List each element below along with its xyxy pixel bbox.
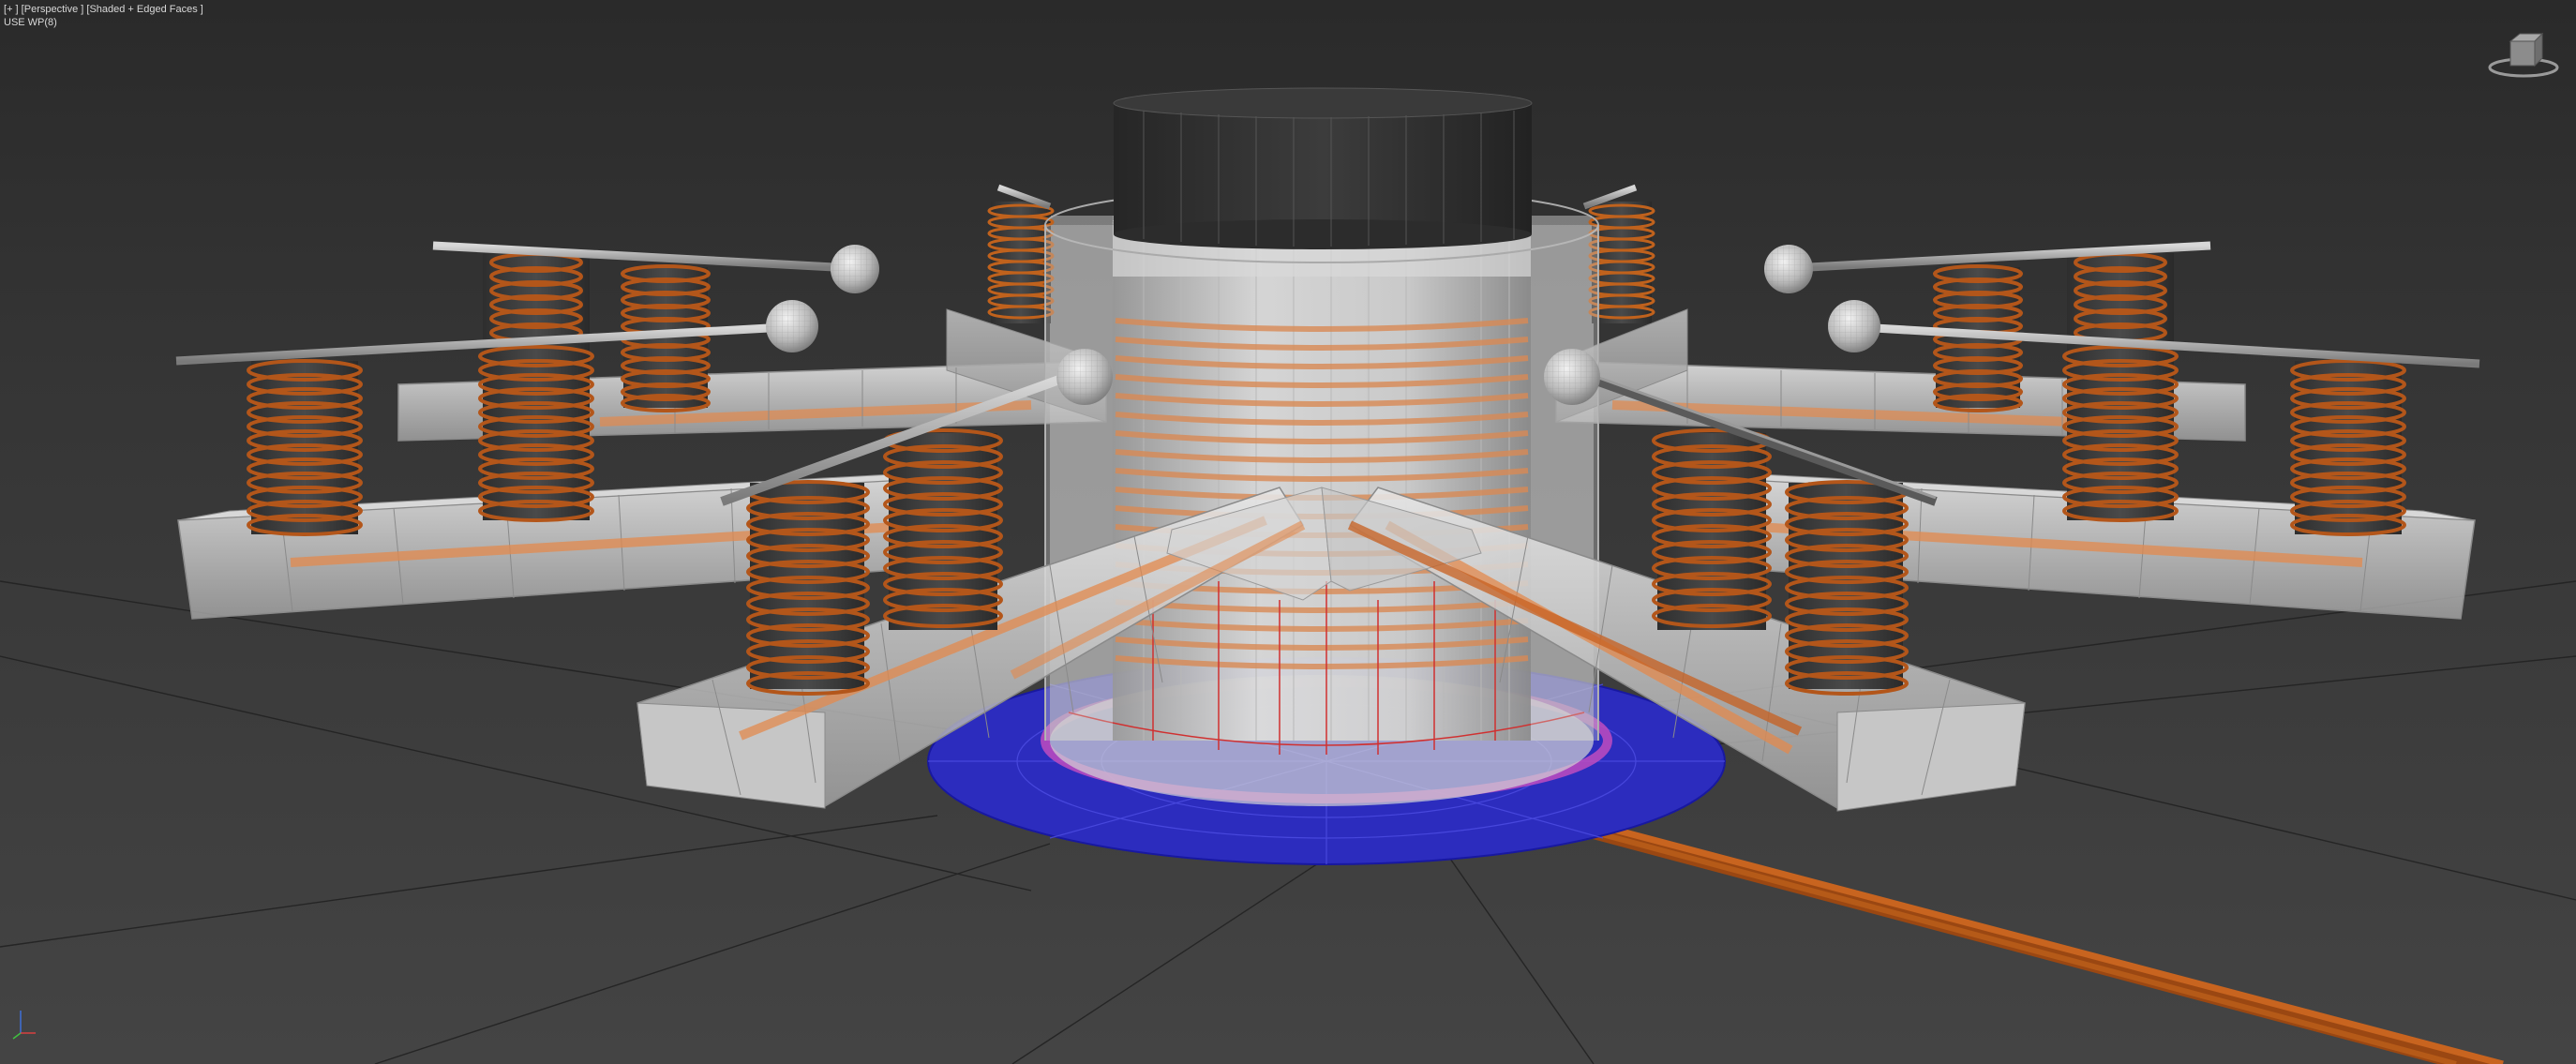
central-column (1068, 203, 1585, 755)
coil-front-right-1 (1785, 480, 1909, 696)
coil-front-right-2 (1652, 428, 1772, 630)
work-plane-label: USE WP(8) (4, 17, 57, 28)
viewcube-icon[interactable] (2486, 28, 2561, 84)
coil-right-inner (2062, 252, 2179, 522)
viewport-menu: [+ ] [Perspective ] [Shaded + Edged Face… (4, 4, 203, 16)
coil-front-left-2 (883, 428, 1003, 630)
rear-right-coil (1588, 202, 1655, 323)
rear-left-coil (987, 202, 1055, 323)
coil-right-outer (2290, 359, 2406, 536)
viewport-point-of-view-menu[interactable]: Perspective (24, 4, 78, 15)
coil-left-inner (478, 252, 594, 522)
coil-front-left-1 (746, 480, 870, 696)
viewport-menu-separator: ] [ (78, 4, 90, 15)
coil-left-outer (247, 359, 363, 536)
perspective-viewport[interactable]: [+ ] [Perspective ] [Shaded + Edged Face… (0, 0, 2576, 1064)
viewport-menu-separator: ] [ (12, 4, 24, 15)
viewport-menu-bracket: ] (197, 4, 203, 15)
top-cap (1113, 87, 1533, 249)
viewport-shading-menu[interactable]: Shaded + Edged Faces (89, 4, 197, 15)
axis-tripod-icon (12, 1011, 36, 1040)
scene-render[interactable] (0, 0, 2576, 1064)
